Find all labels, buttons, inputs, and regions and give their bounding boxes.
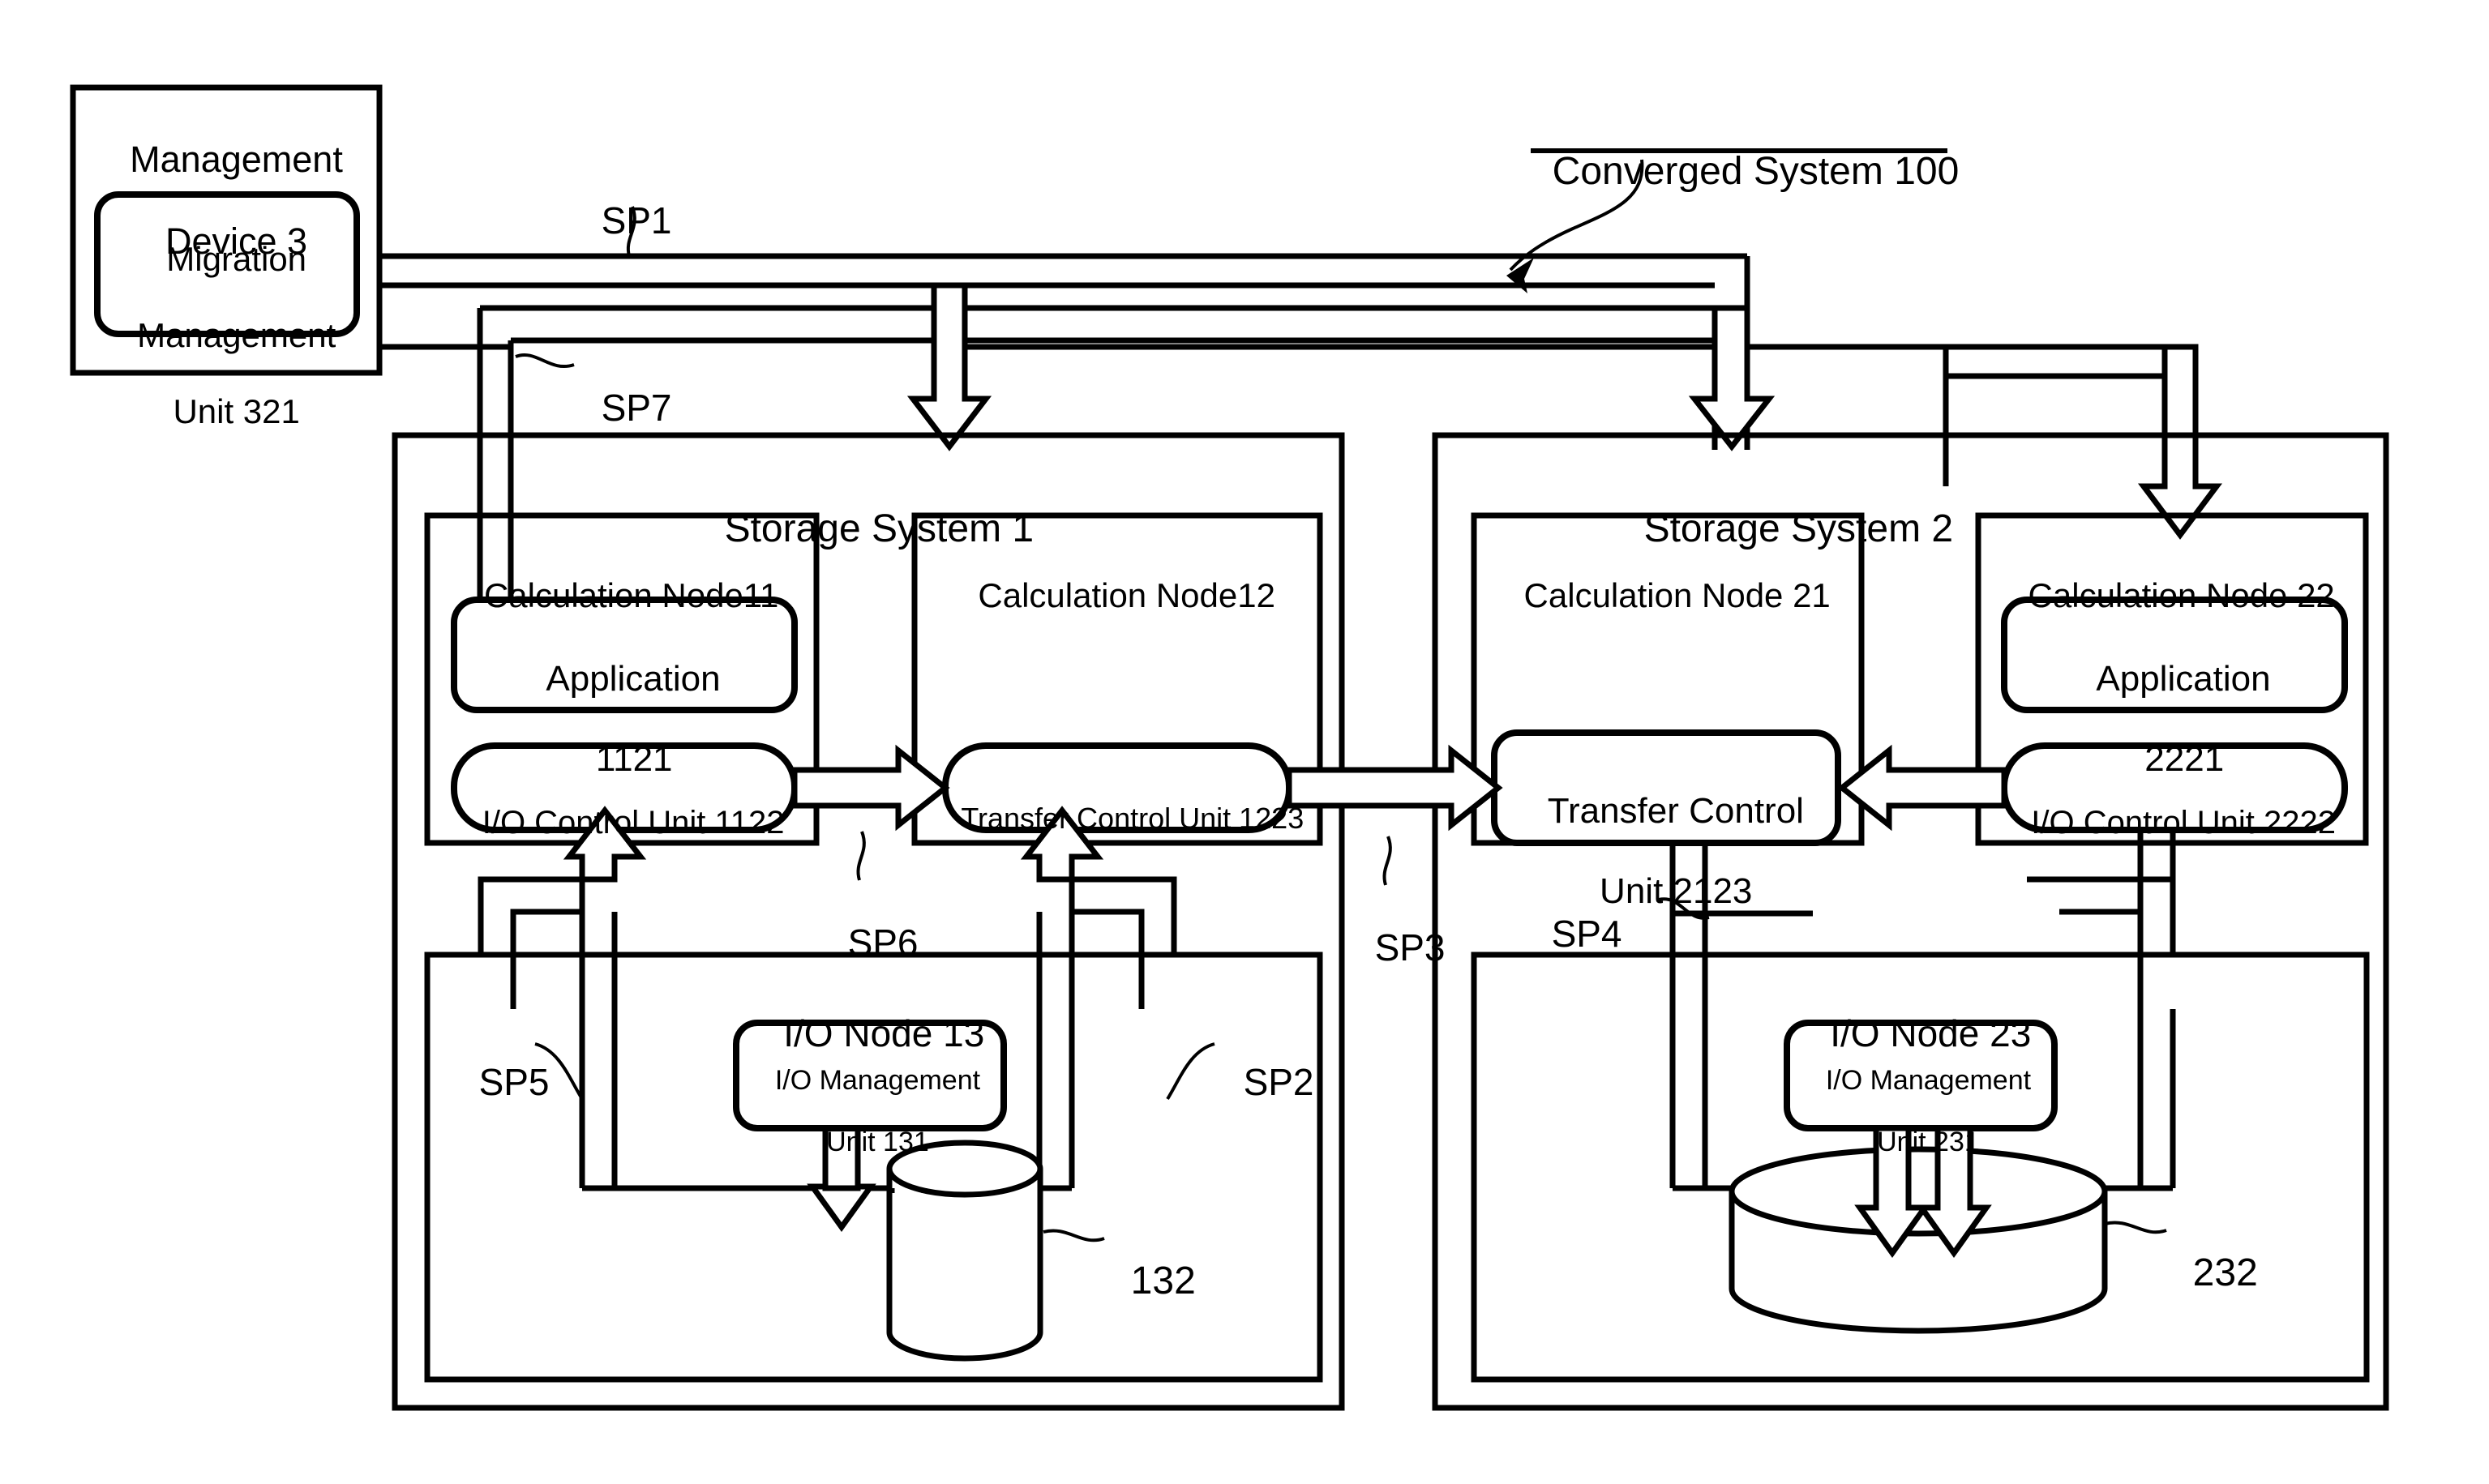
calculation-node-21-title: Calculation Node 21 (1523, 576, 1831, 615)
io-control-unit-2222-label: I/O Control Unit 2222 (2031, 804, 2336, 840)
calculation-node-11-title: Calculation Node11 (483, 576, 779, 615)
transfer-control-unit-1223-label: Transfer Control Unit 1223 (961, 802, 1304, 836)
sp6-label: SP6 (847, 921, 919, 964)
sp3-label: SP3 (1374, 926, 1446, 969)
application-1121-label: Application 1121 (546, 659, 721, 779)
sp2-path-right-outer (1072, 876, 1177, 955)
sp6-callout (856, 831, 866, 881)
sp1-label: SP1 (601, 199, 672, 242)
io-control-unit-1122-label: I/O Control Unit 1122 (482, 804, 785, 840)
sp7-callout (515, 353, 575, 368)
migration-management-unit-label: Migration Management Unit 321 (137, 240, 336, 431)
storage-132-ref-label: 132 (1130, 1259, 1196, 1302)
converged-system-callout-label: Converged System 100 (1552, 149, 1960, 193)
figure-canvas: .bx{fill:none;stroke:#000;stroke-width:7… (0, 0, 2489, 1484)
io-management-unit-131-label: I/O Management Unit 131 (774, 1065, 981, 1158)
ss2-right-riser-b (2027, 876, 2176, 955)
calculation-node-22-title: Calculation Node 22 (2028, 576, 2335, 615)
sp5-label: SP5 (478, 1060, 550, 1103)
sp2-label: SP2 (1243, 1060, 1314, 1103)
arrow-down-into-storage-system-2 (1688, 305, 1776, 451)
sp4-label: SP4 (1551, 912, 1622, 955)
application-2221-label: Application 2221 (2096, 659, 2271, 779)
sp5-path-left-outer (478, 876, 582, 955)
storage-132-callout (1043, 1229, 1105, 1242)
storage-232-ref-label: 232 (2192, 1251, 2258, 1294)
sp7-label: SP7 (601, 386, 672, 429)
calculation-node-12-title: Calculation Node12 (978, 576, 1275, 615)
io-management-unit-231-label: I/O Management Unit 231 (1825, 1065, 2032, 1158)
sp3-callout (1382, 836, 1392, 886)
arrow-down-into-storage-132 (807, 1183, 876, 1232)
storage-232-callout (2104, 1221, 2167, 1234)
